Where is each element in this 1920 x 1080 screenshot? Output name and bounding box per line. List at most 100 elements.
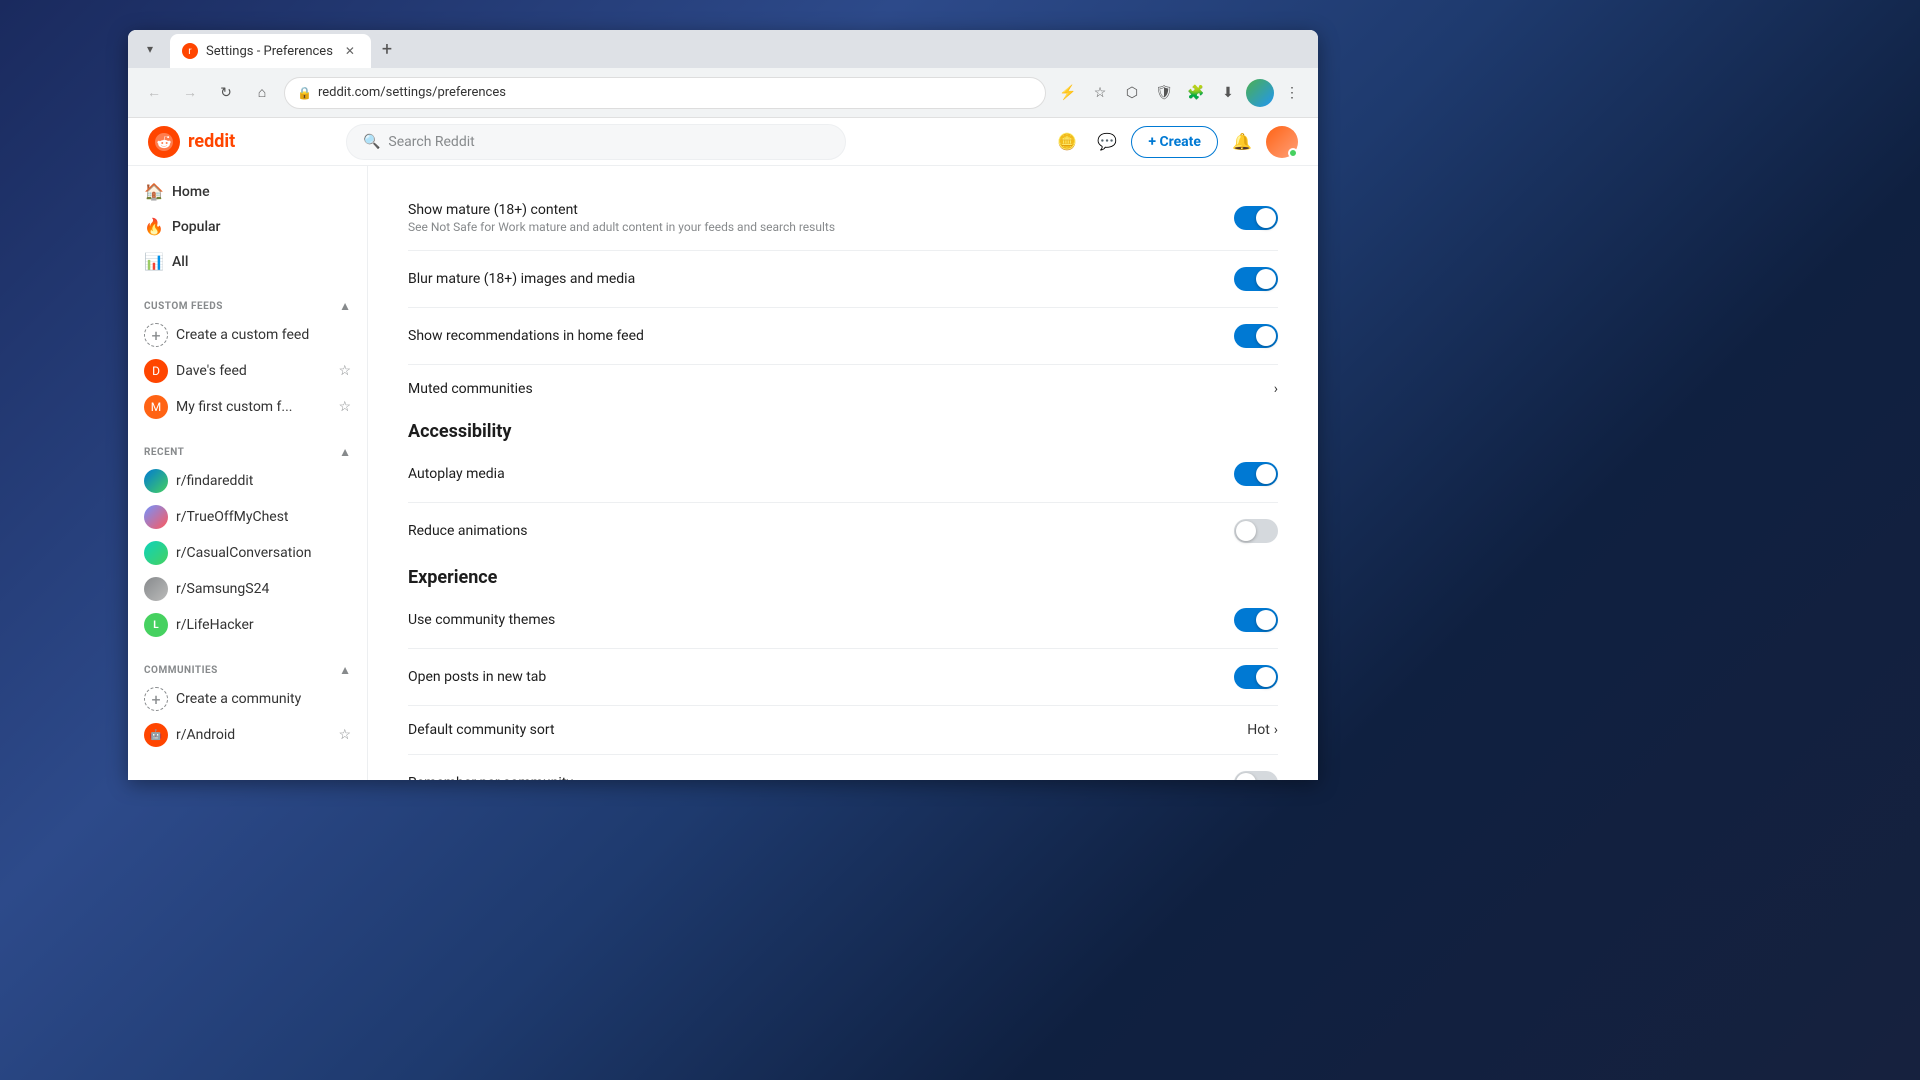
default-sort-chevron-icon: ›: [1274, 722, 1278, 738]
recommendations-toggle[interactable]: [1234, 324, 1278, 348]
blur-mature-right: [1234, 267, 1278, 291]
remember-sort-toggle[interactable]: [1234, 771, 1278, 780]
daves-feed-item[interactable]: D Dave's feed ☆: [128, 353, 367, 389]
coins-button[interactable]: 🪙: [1051, 126, 1083, 158]
browser-profile[interactable]: [1246, 79, 1274, 107]
android-community-item[interactable]: 🤖 r/Android ☆: [128, 717, 367, 753]
avatar-online-badge: [1288, 148, 1298, 158]
sidebar-item-popular[interactable]: 🔥 Popular: [128, 209, 367, 244]
open-posts-toggle[interactable]: [1234, 665, 1278, 689]
forward-button[interactable]: →: [176, 79, 204, 107]
muted-communities-row[interactable]: Muted communities ›: [408, 365, 1278, 413]
default-sort-title: Default community sort: [408, 722, 1247, 738]
open-posts-left: Open posts in new tab: [408, 669, 1234, 685]
create-custom-feed-item[interactable]: + Create a custom feed: [128, 317, 367, 353]
sidebar-home-label: Home: [172, 184, 210, 200]
recent-trueoffmychest[interactable]: r/TrueOffMyChest: [128, 499, 367, 535]
home-button[interactable]: ⌂: [248, 79, 276, 107]
reduce-animations-toggle-thumb: [1236, 521, 1256, 541]
open-posts-title: Open posts in new tab: [408, 669, 1234, 685]
muted-communities-left: Muted communities: [408, 381, 1274, 397]
popular-icon: 🔥: [144, 217, 164, 236]
recent-findareddit[interactable]: r/findareddit: [128, 463, 367, 499]
puzzle-button[interactable]: 🧩: [1182, 79, 1210, 107]
back-button[interactable]: ←: [140, 79, 168, 107]
search-icon: 🔍: [363, 134, 380, 150]
layers-button[interactable]: ⬡: [1118, 79, 1146, 107]
extensions-button[interactable]: ⚡: [1054, 79, 1082, 107]
community-themes-toggle[interactable]: [1234, 608, 1278, 632]
sidebar-popular-label: Popular: [172, 219, 221, 235]
open-posts-row: Open posts in new tab: [408, 649, 1278, 706]
custom-feeds-section: CUSTOM FEEDS ▲ + Create a custom feed D …: [128, 295, 367, 425]
remember-sort-title: Remember per community: [408, 775, 1234, 780]
recent-casualconversation[interactable]: r/CasualConversation: [128, 535, 367, 571]
lock-icon: 🔒: [297, 86, 312, 100]
custom-feeds-toggle-icon: ▲: [339, 299, 351, 313]
recommendations-left: Show recommendations in home feed: [408, 328, 1234, 344]
autoplay-row: Autoplay media: [408, 446, 1278, 503]
communities-header[interactable]: COMMUNITIES ▲: [128, 659, 367, 681]
recent-samsungs24-label: r/SamsungS24: [176, 581, 269, 597]
shield-button[interactable]: 🛡: [1150, 79, 1178, 107]
android-community-label: r/Android: [176, 727, 235, 743]
experience-heading: Experience: [408, 567, 1278, 588]
browser-window: ▾ r Settings - Preferences ✕ + ← → ↻ ⌂ 🔒…: [128, 30, 1318, 780]
accessibility-section: Accessibility Autoplay media: [408, 421, 1278, 559]
my-first-feed-star-icon[interactable]: ☆: [338, 399, 351, 415]
daves-feed-star-icon[interactable]: ☆: [338, 363, 351, 379]
community-themes-row: Use community themes: [408, 592, 1278, 649]
address-input[interactable]: 🔒 reddit.com/settings/preferences: [284, 77, 1046, 109]
create-community-item[interactable]: + Create a community: [128, 681, 367, 717]
active-tab[interactable]: r Settings - Preferences ✕: [170, 34, 371, 68]
tab-dropdown[interactable]: ▾: [136, 35, 164, 63]
reduce-animations-toggle[interactable]: [1234, 519, 1278, 543]
sidebar-item-home[interactable]: 🏠 Home: [128, 174, 367, 209]
muted-communities-title: Muted communities: [408, 381, 1274, 397]
url-text: reddit.com/settings/preferences: [318, 85, 1033, 100]
sidebar-item-all[interactable]: 📊 All: [128, 244, 367, 279]
download-button[interactable]: ⬇: [1214, 79, 1242, 107]
user-avatar[interactable]: [1266, 126, 1298, 158]
tab-close-button[interactable]: ✕: [341, 42, 359, 60]
reload-button[interactable]: ↻: [212, 79, 240, 107]
my-first-feed-item[interactable]: M My first custom f... ☆: [128, 389, 367, 425]
autoplay-left: Autoplay media: [408, 466, 1234, 482]
create-button[interactable]: + Create: [1131, 126, 1218, 158]
community-themes-toggle-thumb: [1256, 610, 1276, 630]
content-area: Show mature (18+) content See Not Safe f…: [368, 166, 1318, 780]
default-sort-chevron[interactable]: Hot ›: [1247, 722, 1278, 738]
remember-sort-left: Remember per community: [408, 775, 1234, 780]
recommendations-toggle-thumb: [1256, 326, 1276, 346]
communities-section: COMMUNITIES ▲ + Create a community 🤖 r/A…: [128, 659, 367, 753]
autoplay-toggle[interactable]: [1234, 462, 1278, 486]
trueoffmychest-icon: [144, 505, 168, 529]
recent-title: RECENT: [144, 447, 184, 458]
custom-feeds-header[interactable]: CUSTOM FEEDS ▲: [128, 295, 367, 317]
recent-lifehacker-label: r/LifeHacker: [176, 617, 254, 633]
create-plus-icon: +: [144, 323, 168, 347]
new-tab-button[interactable]: +: [373, 35, 401, 63]
autoplay-toggle-thumb: [1256, 464, 1276, 484]
tab-favicon: r: [182, 43, 198, 59]
recent-header[interactable]: RECENT ▲: [128, 441, 367, 463]
menu-button[interactable]: ⋮: [1278, 79, 1306, 107]
search-bar[interactable]: 🔍 Search Reddit: [346, 124, 846, 160]
reddit-logo[interactable]: reddit: [148, 126, 235, 158]
reddit-logo-icon: [148, 126, 180, 158]
star-button[interactable]: ☆: [1086, 79, 1114, 107]
muted-communities-chevron[interactable]: ›: [1274, 381, 1278, 397]
main-layout: 🏠 Home 🔥 Popular 📊 All CUSTOM FEEDS ▲: [128, 166, 1318, 780]
notifications-button[interactable]: 🔔: [1226, 126, 1258, 158]
chat-button[interactable]: 💬: [1091, 126, 1123, 158]
blur-mature-toggle[interactable]: [1234, 267, 1278, 291]
recent-lifehacker[interactable]: L r/LifeHacker: [128, 607, 367, 643]
recent-samsungs24[interactable]: r/SamsungS24: [128, 571, 367, 607]
android-star-icon[interactable]: ☆: [338, 727, 351, 743]
findareddit-icon: [144, 469, 168, 493]
mature-content-left: Show mature (18+) content See Not Safe f…: [408, 202, 1234, 234]
mature-content-toggle[interactable]: [1234, 206, 1278, 230]
autoplay-title: Autoplay media: [408, 466, 1234, 482]
reddit-header: reddit 🔍 Search Reddit 🪙 💬 + Create 🔔: [128, 118, 1318, 166]
default-sort-row[interactable]: Default community sort Hot ›: [408, 706, 1278, 755]
